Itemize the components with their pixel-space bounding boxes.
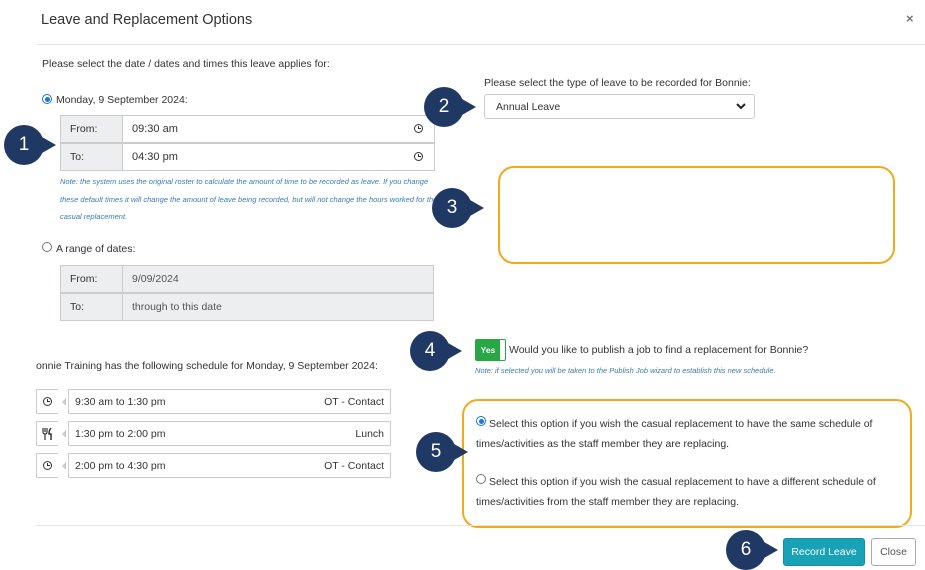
date-range-label: A range of dates: bbox=[56, 243, 136, 255]
schedule-time: 2:00 pm to 4:30 pm bbox=[75, 459, 166, 472]
leave-type-select[interactable]: Annual Leave bbox=[484, 94, 755, 119]
callout-badge-1: 1 bbox=[4, 125, 56, 165]
record-leave-button[interactable]: Record Leave bbox=[783, 538, 865, 566]
from-time-group: From: 09:30 am bbox=[60, 115, 435, 143]
leave-type-prompt: Please select the type of leave to be re… bbox=[484, 77, 751, 89]
publish-toggle[interactable]: Yes bbox=[475, 339, 506, 361]
close-icon[interactable]: × bbox=[906, 11, 914, 26]
header-divider bbox=[36, 44, 925, 45]
chevron-down-icon bbox=[736, 103, 746, 110]
to-time-group: To: 04:30 pm bbox=[60, 143, 435, 171]
leave-calc-note: Note: the system uses the original roste… bbox=[60, 177, 438, 221]
schedule-item: 1:30 pm to 2:00 pm Lunch bbox=[68, 421, 391, 446]
callout-badge-5: 5 bbox=[416, 432, 468, 472]
callout-badge-6: 6 bbox=[726, 530, 778, 570]
schedule-time: 1:30 pm to 2:00 pm bbox=[75, 427, 166, 440]
clock-icon bbox=[36, 453, 58, 478]
to-label: To: bbox=[61, 144, 123, 170]
same-schedule-label: Select this option if you wish the casua… bbox=[476, 418, 873, 450]
clock-icon bbox=[36, 389, 58, 414]
from-label: From: bbox=[61, 116, 123, 142]
range-to-input[interactable]: through to this date bbox=[123, 294, 433, 320]
range-from-input[interactable]: 9/09/2024 bbox=[123, 266, 433, 292]
to-time-value: 04:30 pm bbox=[132, 151, 178, 163]
schedule-activity: OT - Contact bbox=[324, 459, 384, 472]
schedule-item: 2:00 pm to 4:30 pm OT - Contact bbox=[68, 453, 391, 478]
cutlery-icon bbox=[36, 421, 58, 446]
schedule-activity: Lunch bbox=[355, 427, 384, 440]
callout-badge-3: 3 bbox=[432, 188, 484, 228]
range-to-group: To: through to this date bbox=[60, 293, 434, 321]
clock-icon[interactable] bbox=[414, 152, 423, 161]
toggle-yes-label: Yes bbox=[476, 340, 500, 360]
footer-divider bbox=[36, 525, 925, 526]
from-time-value: 09:30 am bbox=[132, 123, 178, 135]
leave-type-selected: Annual Leave bbox=[496, 100, 561, 113]
range-to-label: To: bbox=[61, 294, 123, 320]
from-time-input[interactable]: 09:30 am bbox=[123, 116, 434, 142]
publish-note: Note: if selected you will be taken to t… bbox=[475, 366, 776, 375]
publish-question: Would you like to publish a job to find … bbox=[509, 344, 809, 356]
callout-badge-2: 2 bbox=[424, 87, 476, 127]
clock-icon[interactable] bbox=[414, 124, 423, 133]
schedule-time: 9:30 am to 1:30 pm bbox=[75, 395, 166, 408]
close-button[interactable]: Close bbox=[871, 538, 916, 566]
schedule-item: 9:30 am to 1:30 pm OT - Contact bbox=[68, 389, 391, 414]
single-day-label: Monday, 9 September 2024: bbox=[56, 94, 188, 106]
range-from-group: From: 9/09/2024 bbox=[60, 265, 434, 293]
schedule-heading: onnie Training has the following schedul… bbox=[36, 360, 378, 372]
schedule-activity: OT - Contact bbox=[324, 395, 384, 408]
callout-box-3 bbox=[498, 166, 895, 264]
date-range-radio[interactable] bbox=[42, 242, 52, 252]
range-from-label: From: bbox=[61, 266, 123, 292]
date-prompt: Please select the date / dates and times… bbox=[42, 58, 330, 70]
to-time-input[interactable]: 04:30 pm bbox=[123, 144, 434, 170]
callout-badge-4: 4 bbox=[410, 331, 462, 371]
single-day-radio[interactable] bbox=[42, 94, 52, 104]
different-schedule-label: Select this option if you wish the casua… bbox=[476, 476, 876, 508]
dialog-title: Leave and Replacement Options bbox=[41, 12, 253, 28]
